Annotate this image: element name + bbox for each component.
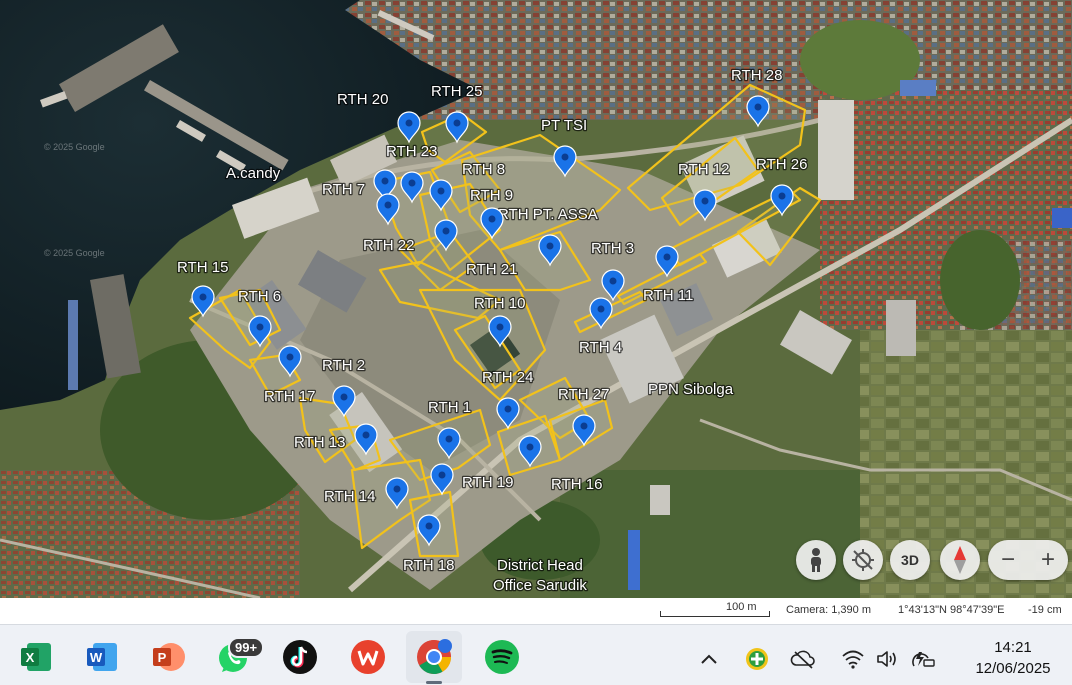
scale-label: 100 m xyxy=(726,601,757,613)
place-label: RTH PT. ASSA xyxy=(498,206,598,223)
place-label: RTH 3 xyxy=(591,240,634,257)
word-icon: W xyxy=(87,643,117,671)
place-label: A.candy xyxy=(226,165,281,182)
zoom-out-button[interactable]: − xyxy=(988,540,1028,580)
windows-taskbar: X W P 99+ 14:21 12/06/2025 xyxy=(0,624,1072,685)
zoom-in-button[interactable]: + xyxy=(1028,540,1068,580)
place-label: RTH 13 xyxy=(294,434,345,451)
map-status-bar: 100 m Camera: 1,390 m 1°43'13"N 98°47'39… xyxy=(0,598,1072,624)
wps-office-icon xyxy=(351,640,385,674)
svg-text:W: W xyxy=(90,650,103,665)
chrome-icon xyxy=(417,639,452,674)
place-label: RTH 14 xyxy=(324,488,375,505)
compass-button[interactable] xyxy=(940,540,980,580)
map-canvas[interactable]: RTH 20 RTH 25 PT TSI RTH 28 RTH 23 RTH 8 RTH 1… xyxy=(0,0,1072,598)
place-label: RTH 26 xyxy=(756,156,807,173)
place-label: RTH 7 xyxy=(322,181,365,198)
toggle-3d-button[interactable]: 3D xyxy=(890,540,930,580)
battery-charging-icon xyxy=(912,652,935,667)
place-label: RTH 6 xyxy=(238,288,281,305)
spotify-app-button[interactable] xyxy=(484,639,520,675)
place-label: RTH 23 xyxy=(386,143,437,160)
place-label: PT TSI xyxy=(541,117,587,134)
word-app-button[interactable]: W xyxy=(84,639,120,675)
place-label: RTH 25 xyxy=(431,83,482,100)
system-clock[interactable]: 14:21 12/06/2025 xyxy=(958,637,1068,679)
tiktok-icon xyxy=(283,640,317,674)
place-label: RTH 9 xyxy=(470,187,513,204)
wifi-button[interactable] xyxy=(840,647,866,671)
svg-text:P: P xyxy=(158,650,167,665)
green-plus-icon xyxy=(746,648,768,670)
speaker-icon xyxy=(877,651,896,667)
show-hidden-icons-button[interactable] xyxy=(696,647,722,671)
place-label: RTH 2 xyxy=(322,357,365,374)
place-label: RTH 17 xyxy=(264,388,315,405)
place-label: RTH 10 xyxy=(474,295,525,312)
coordinates: 1°43'13"N 98°47'39"E xyxy=(898,604,1005,616)
place-label: RTH 4 xyxy=(579,339,622,356)
wifi-icon xyxy=(842,650,864,669)
spotify-icon xyxy=(485,640,519,674)
place-label: RTH 18 xyxy=(403,557,454,574)
svg-text:X: X xyxy=(26,650,35,665)
place-label: RTH 12 xyxy=(678,161,729,178)
camera-altitude: Camera: 1,390 m xyxy=(786,604,871,616)
cloud-offline-icon xyxy=(790,650,815,669)
chevron-up-icon xyxy=(701,654,717,664)
whatsapp-notification-badge: 99+ xyxy=(228,637,265,658)
place-label: District Head xyxy=(497,557,583,574)
powerpoint-app-button[interactable]: P xyxy=(150,639,186,675)
compass-icon xyxy=(954,546,966,574)
place-label: RTH 8 xyxy=(462,161,505,178)
place-label: RTH 24 xyxy=(482,369,533,386)
onedrive-button[interactable] xyxy=(790,647,816,671)
powerpoint-icon: P xyxy=(153,643,185,671)
volume-button[interactable] xyxy=(874,647,900,671)
clock-time: 14:21 xyxy=(994,639,1032,656)
zoom-control: − + xyxy=(988,540,1068,580)
tray-app-button[interactable] xyxy=(744,647,770,671)
tiktok-app-button[interactable] xyxy=(282,639,318,675)
place-label: RTH 28 xyxy=(731,67,782,84)
location-off-icon xyxy=(852,549,874,571)
place-label: RTH 22 xyxy=(363,237,414,254)
place-label: RTH 11 xyxy=(643,287,693,304)
place-label: PPN Sibolga xyxy=(648,381,734,398)
street-view-pegman-button[interactable] xyxy=(796,540,836,580)
excel-icon: X xyxy=(21,643,51,671)
place-label: RTH 21 xyxy=(466,261,517,278)
elevation: -19 cm xyxy=(1028,604,1062,616)
battery-button[interactable] xyxy=(910,647,936,671)
excel-app-button[interactable]: X xyxy=(18,639,54,675)
satellite-map[interactable]: RTH 20 RTH 25 PT TSI RTH 28 RTH 23 RTH 8 RTH 1… xyxy=(0,0,1072,598)
wps-office-app-button[interactable] xyxy=(350,639,386,675)
pegman-icon xyxy=(811,548,821,572)
place-label: Office Sarudik xyxy=(493,577,587,594)
place-label: RTH 1 xyxy=(428,399,471,416)
place-label: RTH 15 xyxy=(177,259,228,276)
chrome-app-button[interactable] xyxy=(416,639,452,675)
map-watermark-2: © 2025 Google xyxy=(44,248,105,258)
place-label: RTH 27 xyxy=(558,386,609,403)
map-watermark: © 2025 Google xyxy=(44,142,105,152)
place-label: RTH 19 xyxy=(462,474,513,491)
my-location-button[interactable] xyxy=(843,540,883,580)
clock-date: 12/06/2025 xyxy=(975,660,1051,677)
place-label: RTH 16 xyxy=(551,476,602,493)
place-label: RTH 20 xyxy=(337,91,388,108)
